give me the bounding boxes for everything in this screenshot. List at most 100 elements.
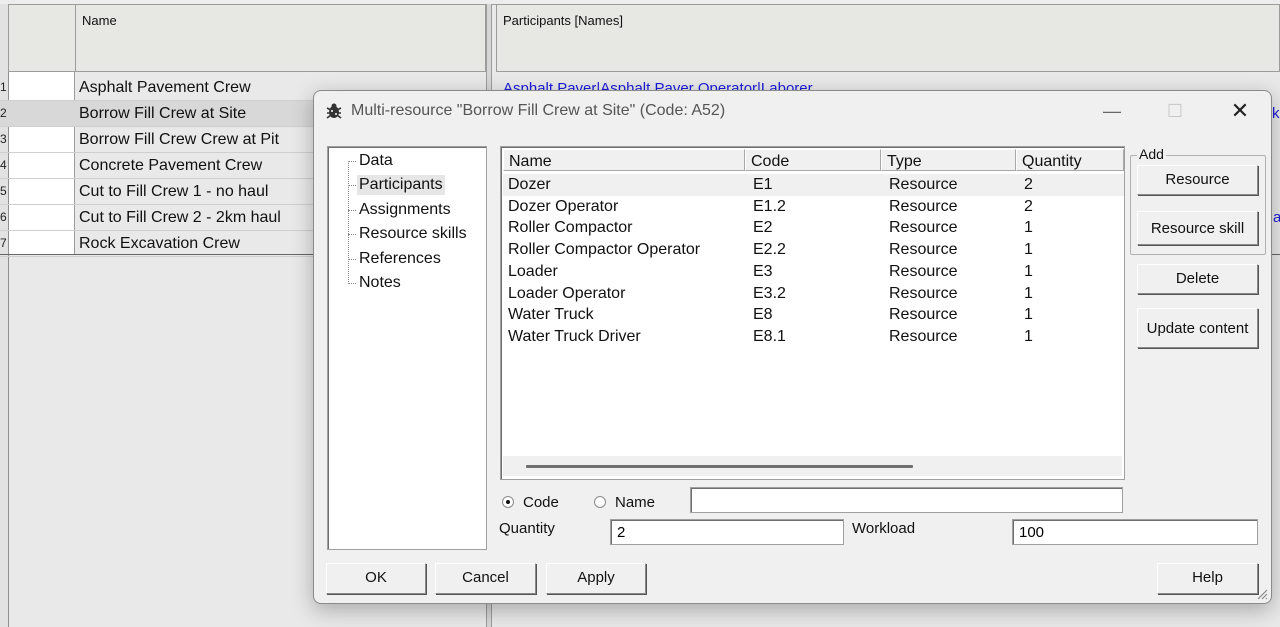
ok-button[interactable]: OK bbox=[326, 563, 426, 594]
participant-type: Resource bbox=[889, 327, 958, 345]
row-selector-header[interactable] bbox=[8, 4, 76, 72]
quantity-input[interactable] bbox=[610, 519, 844, 545]
tree-item-participants[interactable]: Participants bbox=[357, 175, 445, 195]
participant-type: Resource bbox=[889, 219, 958, 237]
participant-code: E8 bbox=[753, 306, 773, 324]
code-radio-label[interactable]: Code bbox=[523, 494, 559, 511]
tree-item-references[interactable]: References bbox=[357, 249, 443, 269]
name-column-header[interactable]: Name bbox=[75, 4, 486, 72]
tree-connector bbox=[348, 259, 356, 260]
column-header-name[interactable]: Name bbox=[503, 149, 745, 171]
row-number: 3 bbox=[0, 132, 7, 146]
participants-fragment: k| bbox=[1272, 105, 1280, 122]
cancel-button[interactable]: Cancel bbox=[435, 563, 536, 594]
tree-item-assignments[interactable]: Assignments bbox=[357, 200, 453, 220]
app-bug-icon bbox=[326, 103, 342, 119]
participant-code: E1 bbox=[753, 176, 773, 193]
participant-row[interactable]: Loader Operator E3.2 Resource 1 bbox=[503, 283, 1124, 305]
participant-row[interactable]: Roller Compactor Operator E2.2 Resource 1 bbox=[503, 239, 1124, 261]
participant-name: Dozer bbox=[508, 176, 551, 193]
participants-header-label: Participants [Names] bbox=[503, 13, 623, 28]
row-number: 1 bbox=[0, 80, 7, 94]
tree-connector bbox=[348, 210, 356, 211]
minimize-button[interactable]: — bbox=[1090, 95, 1134, 127]
close-button[interactable]: ✕ bbox=[1218, 95, 1262, 127]
participants-column-header[interactable]: Participants [Names] bbox=[496, 4, 1280, 72]
participant-quantity: 1 bbox=[1024, 262, 1033, 280]
participant-row[interactable]: Dozer Operator E1.2 Resource 2 bbox=[503, 196, 1124, 218]
participant-row[interactable]: Loader E3 Resource 1 bbox=[503, 261, 1124, 283]
row-number: 6 bbox=[0, 210, 7, 224]
participant-name: Loader bbox=[508, 262, 558, 280]
participant-name: Water Truck bbox=[508, 306, 594, 324]
add-group-label: Add bbox=[1137, 146, 1166, 162]
add-resource-button[interactable]: Resource bbox=[1137, 165, 1258, 195]
participant-code: E3 bbox=[753, 262, 773, 280]
participant-code: E2.2 bbox=[753, 241, 786, 259]
column-header-quantity[interactable]: Quantity bbox=[1016, 149, 1124, 171]
resize-grip-icon[interactable] bbox=[1256, 588, 1268, 600]
participant-quantity: 2 bbox=[1024, 197, 1033, 215]
participant-quantity: 1 bbox=[1024, 219, 1033, 237]
add-resource-skill-button[interactable]: Resource skill bbox=[1137, 211, 1258, 245]
workload-input[interactable] bbox=[1012, 519, 1258, 545]
tree-connector bbox=[348, 234, 356, 235]
maximize-button[interactable]: ☐ bbox=[1153, 95, 1197, 127]
tree-connector bbox=[348, 161, 356, 162]
participant-type: Resource bbox=[889, 262, 958, 280]
participant-name: Water Truck Driver bbox=[508, 327, 641, 345]
column-header-type[interactable]: Type bbox=[881, 149, 1016, 171]
participant-row[interactable]: Water Truck E8 Resource 1 bbox=[503, 304, 1124, 326]
horizontal-scrollbar[interactable] bbox=[503, 456, 1122, 476]
participants-list: Name Code Type Quantity Dozer E1 Resource 2… bbox=[500, 146, 1125, 480]
participant-type: Resource bbox=[889, 176, 958, 193]
multi-resource-dialog: Multi-resource "Borrow Fill Crew at Site… bbox=[313, 90, 1272, 604]
tree-item-notes[interactable]: Notes bbox=[357, 273, 403, 293]
participant-quantity: 1 bbox=[1024, 241, 1033, 259]
name-header-label: Name bbox=[82, 13, 117, 28]
participant-quantity: 1 bbox=[1024, 284, 1033, 302]
participant-name: Dozer Operator bbox=[508, 197, 619, 215]
participant-row[interactable]: Water Truck Driver E8.1 Resource 1 bbox=[503, 326, 1124, 348]
participant-type: Resource bbox=[889, 197, 958, 215]
name-radio[interactable] bbox=[594, 496, 606, 508]
row-number: 7 bbox=[0, 236, 7, 250]
participant-quantity: 1 bbox=[1024, 327, 1033, 345]
row-number: 5 bbox=[0, 184, 7, 198]
scrollbar-thumb[interactable] bbox=[526, 465, 913, 468]
participant-type: Resource bbox=[889, 284, 958, 302]
participant-row[interactable]: Dozer E1 Resource 2 bbox=[503, 174, 1124, 196]
participant-name: Roller Compactor bbox=[508, 219, 633, 237]
help-button[interactable]: Help bbox=[1157, 563, 1258, 594]
row-name: Cut to Fill Crew 1 - no haul bbox=[79, 183, 269, 200]
apply-button[interactable]: Apply bbox=[546, 563, 646, 594]
tree-connector bbox=[348, 161, 349, 284]
dialog-title: Multi-resource "Borrow Fill Crew at Site… bbox=[351, 102, 726, 119]
participant-row[interactable]: Roller Compactor E2 Resource 1 bbox=[503, 217, 1124, 239]
tree-connector bbox=[348, 185, 356, 186]
code-radio[interactable] bbox=[502, 496, 514, 508]
list-header: Name Code Type Quantity bbox=[503, 149, 1124, 172]
dialog-titlebar[interactable]: Multi-resource "Borrow Fill Crew at Site… bbox=[314, 91, 1271, 131]
tree-connector bbox=[348, 283, 356, 284]
name-radio-label[interactable]: Name bbox=[615, 494, 655, 511]
section-tree: Data Participants Assignments Resource s… bbox=[327, 146, 487, 550]
participant-quantity: 1 bbox=[1024, 306, 1033, 324]
update-content-button[interactable]: Update content bbox=[1137, 308, 1258, 348]
row-number: 2 bbox=[0, 106, 7, 120]
participant-code: E2 bbox=[753, 219, 773, 237]
participant-code: E1.2 bbox=[753, 197, 786, 215]
row-number: 4 bbox=[0, 158, 7, 172]
search-input[interactable] bbox=[690, 487, 1123, 513]
quantity-label: Quantity bbox=[499, 520, 555, 537]
tree-item-data[interactable]: Data bbox=[357, 151, 395, 171]
row-name: Concrete Pavement Crew bbox=[79, 157, 263, 174]
tree-item-resource-skills[interactable]: Resource skills bbox=[357, 224, 469, 244]
participant-name: Loader Operator bbox=[508, 284, 626, 302]
column-header-code[interactable]: Code bbox=[745, 149, 881, 171]
delete-button[interactable]: Delete bbox=[1137, 264, 1258, 294]
row-name: Borrow Fill Crew at Site bbox=[79, 105, 247, 122]
participant-code: E8.1 bbox=[753, 327, 786, 345]
row-name: Borrow Fill Crew Crew at Pit bbox=[79, 131, 280, 148]
participants-fragment: a bbox=[1273, 209, 1280, 226]
